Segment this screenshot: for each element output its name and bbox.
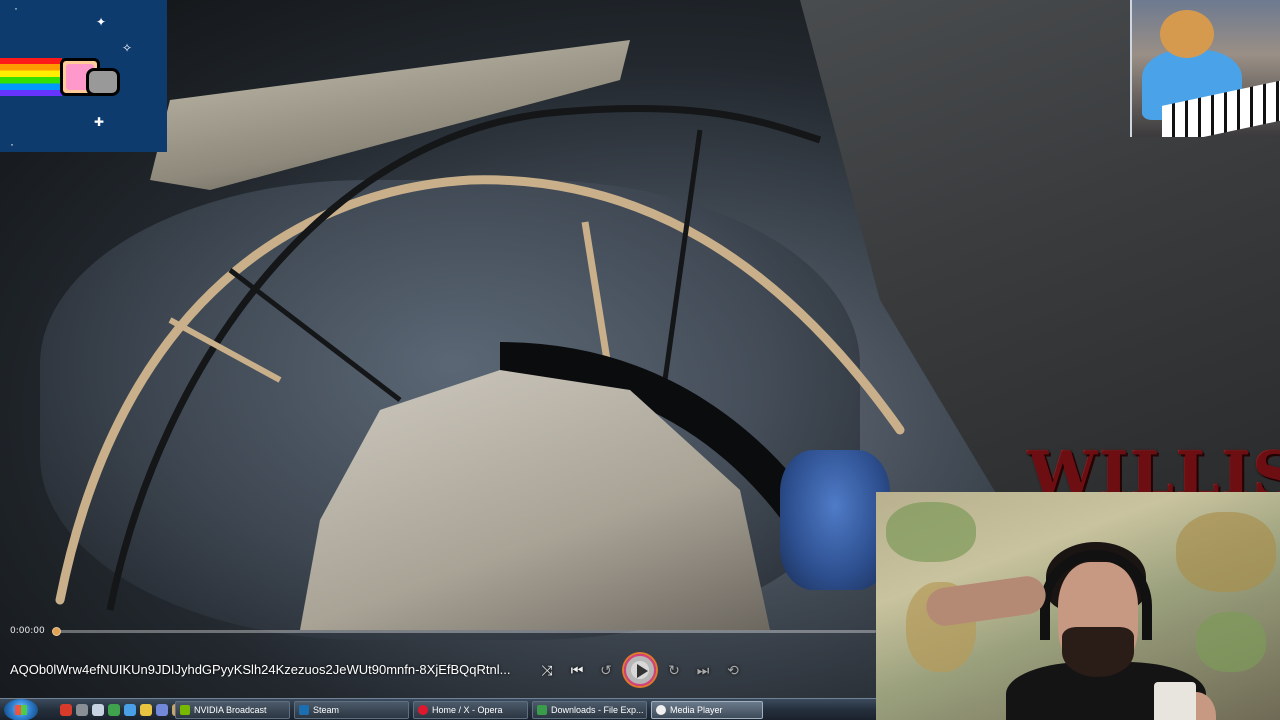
previous-icon[interactable]: ⏮	[565, 658, 589, 682]
nvidia-icon	[180, 705, 190, 715]
star-icon: ✚	[94, 115, 105, 129]
nyan-cat-head	[86, 68, 120, 96]
taskbar-button-opera[interactable]: Home / X - Opera	[413, 701, 528, 719]
taskbar-button-label: Home / X - Opera	[432, 705, 503, 715]
play-button[interactable]	[624, 654, 656, 686]
star-icon: ·	[14, 1, 18, 15]
taskbar-button-label: Media Player	[670, 705, 723, 715]
map-continent	[1196, 612, 1266, 672]
opera-icon	[418, 705, 428, 715]
steam-icon	[299, 705, 309, 715]
rewind-icon[interactable]: ↺	[594, 658, 618, 682]
taskbar-button-label: Downloads - File Exp...	[551, 705, 644, 715]
start-button[interactable]	[4, 699, 38, 720]
streamer	[1006, 542, 1216, 720]
taskbar-button-label: NVIDIA Broadcast	[194, 705, 267, 715]
discord-icon[interactable]	[156, 704, 168, 716]
media-player-controls: 0:00:00 AQOb0lWrw4efNUIKUn9JDIJyhdGPyyKS…	[0, 618, 876, 698]
seek-bar[interactable]	[56, 630, 876, 633]
video-blanket	[780, 450, 890, 590]
taskbar-button-label: Steam	[313, 705, 340, 715]
taskbar-button-file-explorer[interactable]: Downloads - File Exp...	[532, 701, 647, 719]
repeat-icon[interactable]: ⟲	[721, 658, 745, 682]
map-continent	[1176, 512, 1276, 592]
media-player-icon	[656, 705, 666, 715]
folder-icon	[537, 705, 547, 715]
elapsed-time: 0:00:00	[10, 626, 45, 636]
star-icon: ·	[10, 137, 14, 151]
map-continent	[886, 502, 976, 562]
shuffle-icon[interactable]: ⤨	[535, 658, 559, 682]
nyan-rainbow	[0, 58, 62, 96]
seek-handle[interactable]	[52, 627, 61, 636]
taskbar: NVIDIA Broadcast Steam Home / X - Opera …	[0, 698, 876, 720]
green-app-icon[interactable]	[108, 704, 120, 716]
chrome-icon[interactable]	[140, 704, 152, 716]
keyboard-cat-overlay	[1130, 0, 1280, 137]
next-icon[interactable]: ⏭	[691, 658, 715, 682]
taskbar-button-nvidia-broadcast[interactable]: NVIDIA Broadcast	[175, 701, 290, 719]
red-app-icon[interactable]	[60, 704, 72, 716]
gray-app-icon[interactable]	[76, 704, 88, 716]
webcam-feed	[876, 492, 1280, 720]
browser-icon[interactable]	[124, 704, 136, 716]
taskbar-button-steam[interactable]: Steam	[294, 701, 409, 719]
keyboard-cat-head	[1160, 10, 1214, 58]
forward-icon[interactable]: ↻	[662, 658, 686, 682]
nyan-cat-overlay: · ✦ ✧ ✚ ·	[0, 0, 167, 152]
cup	[1154, 682, 1196, 720]
media-title: AQOb0lWrw4efNUIKUn9JDIJyhdGPyyKSlh24Kzez…	[10, 662, 511, 677]
window-icon[interactable]	[92, 704, 104, 716]
star-icon: ✧	[122, 41, 133, 55]
star-icon: ✦	[96, 15, 107, 29]
taskbar-button-media-player[interactable]: Media Player	[651, 701, 763, 719]
